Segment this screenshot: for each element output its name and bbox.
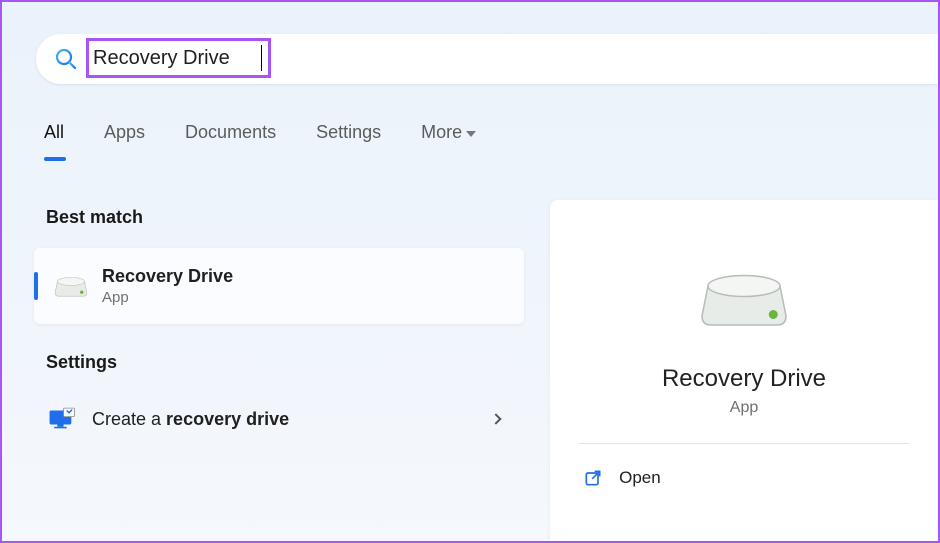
section-settings: Settings [46, 352, 524, 373]
open-external-icon [583, 468, 603, 488]
divider [579, 443, 909, 444]
search-bar[interactable] [36, 34, 938, 84]
search-input[interactable] [93, 47, 263, 70]
chevron-down-icon [466, 131, 476, 137]
tab-apps[interactable]: Apps [104, 122, 145, 155]
monitor-icon [48, 407, 76, 431]
settings-item-label: Create a recovery drive [92, 409, 289, 430]
result-type: App [102, 289, 233, 306]
filter-tabs: All Apps Documents Settings More [44, 122, 476, 155]
results-column: Best match Recovery Drive App Settings C… [34, 207, 524, 445]
open-action[interactable]: Open [579, 462, 909, 494]
open-label: Open [619, 468, 661, 488]
tab-all[interactable]: All [44, 122, 64, 155]
chevron-right-icon [490, 413, 501, 424]
settings-item-create-recovery-drive[interactable]: Create a recovery drive [34, 393, 524, 445]
settings-item-prefix: Create a [92, 409, 166, 429]
drive-icon [54, 273, 88, 299]
section-best-match: Best match [46, 207, 524, 228]
tab-more[interactable]: More [421, 122, 476, 155]
result-title: Recovery Drive [102, 266, 233, 287]
best-match-result[interactable]: Recovery Drive App [34, 248, 524, 324]
tab-documents[interactable]: Documents [185, 122, 276, 155]
detail-type: App [730, 399, 758, 417]
search-icon [54, 47, 78, 71]
tab-more-label: More [421, 122, 462, 143]
search-highlight-box [86, 38, 271, 78]
text-cursor [261, 45, 262, 71]
result-text: Recovery Drive App [102, 266, 233, 306]
drive-icon-large [699, 266, 789, 330]
settings-item-bold: recovery drive [166, 409, 289, 429]
tab-settings[interactable]: Settings [316, 122, 381, 155]
detail-title: Recovery Drive [662, 365, 826, 393]
detail-panel: Recovery Drive App Open [550, 200, 938, 541]
detail-icon-wrap [699, 266, 789, 335]
